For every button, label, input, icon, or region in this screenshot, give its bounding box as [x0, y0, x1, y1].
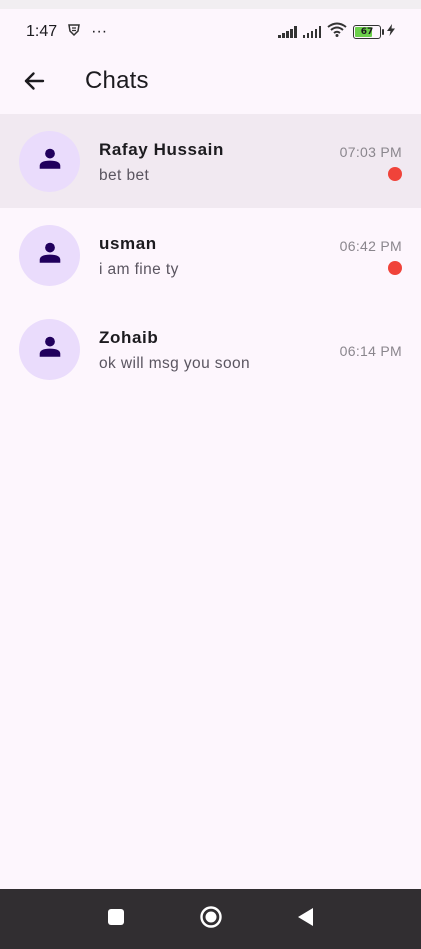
person-icon	[37, 334, 63, 365]
system-nav-bar	[0, 889, 421, 949]
more-notifications-icon: ···	[91, 23, 108, 40]
arrow-back-icon	[23, 70, 45, 97]
status-bar: 1:47 ··· 67	[0, 9, 421, 55]
signal-icon-1	[278, 26, 297, 38]
avatar	[19, 131, 80, 192]
signal-icon-2	[302, 26, 321, 38]
status-right: 67	[278, 22, 395, 42]
back-nav-button[interactable]	[291, 905, 319, 933]
chat-list: Rafay Hussain bet bet 07:03 PM usman i a…	[0, 114, 421, 396]
chat-name: usman	[99, 234, 157, 253]
unread-dot	[388, 167, 402, 181]
unread-dot	[388, 261, 402, 275]
chat-name: Zohaib	[99, 328, 159, 347]
chat-time: 06:14 PM	[339, 343, 402, 359]
battery-nub	[381, 29, 384, 35]
person-icon	[37, 240, 63, 271]
battery-icon: 67	[353, 25, 384, 39]
chat-item-rafay-hussain[interactable]: Rafay Hussain bet bet 07:03 PM	[0, 114, 421, 208]
status-left: 1:47 ···	[26, 23, 107, 42]
chat-time: 06:42 PM	[339, 238, 402, 254]
chat-time: 07:03 PM	[339, 144, 402, 160]
chat-name: Rafay Hussain	[99, 140, 224, 159]
home-circle-icon	[199, 905, 223, 934]
chat-last-message: i am fine ty	[99, 261, 179, 278]
back-triangle-icon	[296, 907, 314, 932]
wifi-icon	[327, 22, 347, 42]
app-bar: Chats	[0, 55, 421, 111]
vpn-shield-icon	[67, 23, 81, 42]
recents-button[interactable]	[102, 905, 130, 933]
status-time: 1:47	[26, 23, 58, 40]
chat-last-message: ok will msg you soon	[99, 355, 251, 372]
home-button[interactable]	[197, 905, 225, 933]
chat-item-zohaib[interactable]: Zohaib ok will msg you soon 06:14 PM	[0, 302, 421, 396]
avatar	[19, 319, 80, 380]
person-icon	[37, 146, 63, 177]
battery-level: 67	[360, 27, 374, 37]
avatar	[19, 225, 80, 286]
recents-square-icon	[107, 908, 125, 931]
page-title: Chats	[85, 67, 149, 94]
back-button[interactable]	[18, 67, 50, 99]
top-edge	[0, 0, 421, 9]
charging-bolt-icon	[387, 23, 395, 41]
chat-last-message: bet bet	[99, 167, 150, 184]
chat-item-usman[interactable]: usman i am fine ty 06:42 PM	[0, 208, 421, 302]
